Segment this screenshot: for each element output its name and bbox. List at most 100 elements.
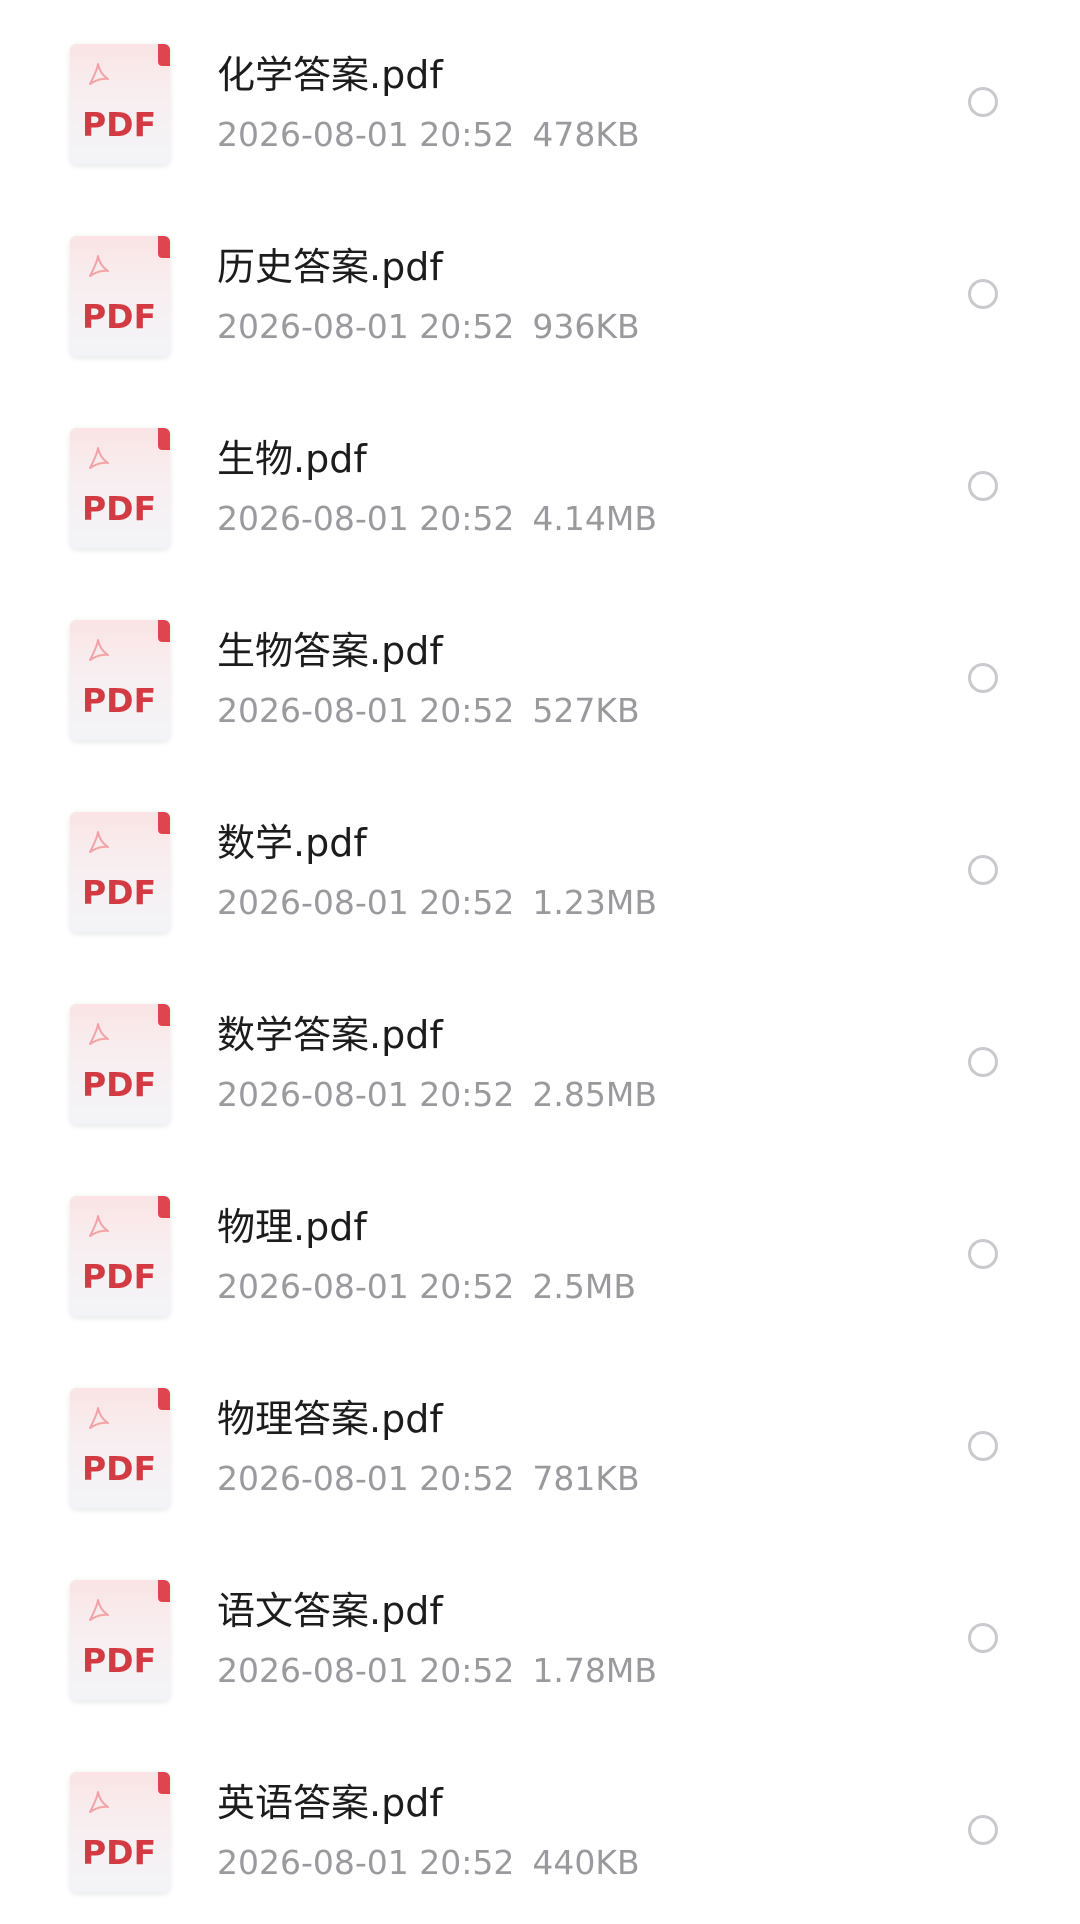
file-meta: 2026-08-01 20:52 781KB [217,1462,640,1495]
file-row-6[interactable]: PDF 数学答案.pdf 2026-08-01 20:52 2.85MB [0,964,1080,1156]
file-meta: 2026-08-01 20:52 527KB [217,694,640,727]
pdf-file-icon: PDF [70,1004,170,1124]
pdf-file-icon: PDF [70,812,170,932]
file-list: PDF 化学答案.pdf 2026-08-01 20:52 478KB PDF 历… [0,0,1080,1924]
acrobat-logo-icon [89,447,109,469]
pdf-file-icon: PDF [70,1196,170,1316]
select-radio-button[interactable] [968,855,998,885]
file-name: 生物.pdf [217,437,367,481]
file-size: 1.23MB [532,883,657,922]
file-size: 440KB [532,1843,640,1882]
select-radio-button[interactable] [968,1239,998,1269]
pdf-file-icon: PDF [70,1772,170,1892]
file-row-3[interactable]: PDF 生物.pdf 2026-08-01 20:52 4.14MB [0,388,1080,580]
pdf-type-label: PDF [82,105,157,144]
acrobat-logo-icon [89,1215,109,1237]
file-date: 2026-08-01 20:52 [217,115,515,154]
acrobat-logo-icon [89,1599,109,1621]
select-radio-button[interactable] [968,663,998,693]
file-date: 2026-08-01 20:52 [217,1267,515,1306]
acrobat-logo-icon [89,639,109,661]
file-size: 2.5MB [532,1267,636,1306]
file-row-4[interactable]: PDF 生物答案.pdf 2026-08-01 20:52 527KB [0,580,1080,772]
file-name: 数学答案.pdf [217,1013,443,1057]
file-date: 2026-08-01 20:52 [217,691,515,730]
pdf-corner-tab [158,428,170,450]
select-radio-button[interactable] [968,1623,998,1653]
select-radio-button[interactable] [968,1431,998,1461]
file-row-9[interactable]: PDF 语文答案.pdf 2026-08-01 20:52 1.78MB [0,1540,1080,1732]
file-meta: 2026-08-01 20:52 1.23MB [217,886,657,919]
file-name: 化学答案.pdf [217,53,443,97]
file-size: 1.78MB [532,1651,657,1690]
pdf-type-label: PDF [82,1833,157,1872]
acrobat-logo-icon [89,1407,109,1429]
acrobat-logo-icon [89,63,109,85]
pdf-corner-tab [158,236,170,258]
select-radio-button[interactable] [968,1047,998,1077]
pdf-type-label: PDF [82,297,157,336]
pdf-file-icon: PDF [70,620,170,740]
select-radio-button[interactable] [968,471,998,501]
pdf-file-icon: PDF [70,44,170,164]
select-radio-button[interactable] [968,1815,998,1845]
file-meta: 2026-08-01 20:52 936KB [217,310,640,343]
pdf-file-icon: PDF [70,1580,170,1700]
pdf-type-label: PDF [82,489,157,528]
file-row-1[interactable]: PDF 化学答案.pdf 2026-08-01 20:52 478KB [0,4,1080,196]
file-meta: 2026-08-01 20:52 2.5MB [217,1270,636,1303]
file-date: 2026-08-01 20:52 [217,1843,515,1882]
pdf-file-icon: PDF [70,1388,170,1508]
file-size: 936KB [532,307,640,346]
pdf-type-label: PDF [82,873,157,912]
file-name: 物理答案.pdf [217,1397,443,1441]
file-name: 英语答案.pdf [217,1781,443,1825]
select-radio-button[interactable] [968,279,998,309]
file-meta: 2026-08-01 20:52 440KB [217,1846,640,1879]
file-name: 物理.pdf [217,1205,367,1249]
pdf-corner-tab [158,1388,170,1410]
file-row-7[interactable]: PDF 物理.pdf 2026-08-01 20:52 2.5MB [0,1156,1080,1348]
select-radio-button[interactable] [968,87,998,117]
file-date: 2026-08-01 20:52 [217,1075,515,1114]
file-size: 781KB [532,1459,640,1498]
file-date: 2026-08-01 20:52 [217,307,515,346]
pdf-corner-tab [158,44,170,66]
pdf-type-label: PDF [82,1257,157,1296]
pdf-corner-tab [158,1772,170,1794]
pdf-file-icon: PDF [70,428,170,548]
file-row-5[interactable]: PDF 数学.pdf 2026-08-01 20:52 1.23MB [0,772,1080,964]
pdf-type-label: PDF [82,1065,157,1104]
file-date: 2026-08-01 20:52 [217,499,515,538]
file-row-2[interactable]: PDF 历史答案.pdf 2026-08-01 20:52 936KB [0,196,1080,388]
pdf-type-label: PDF [82,681,157,720]
file-meta: 2026-08-01 20:52 2.85MB [217,1078,657,1111]
file-meta: 2026-08-01 20:52 4.14MB [217,502,657,535]
file-meta: 2026-08-01 20:52 1.78MB [217,1654,657,1687]
pdf-corner-tab [158,1580,170,1602]
file-size: 478KB [532,115,640,154]
pdf-type-label: PDF [82,1449,157,1488]
file-name: 生物答案.pdf [217,629,443,673]
pdf-file-icon: PDF [70,236,170,356]
file-name: 数学.pdf [217,821,367,865]
file-name: 语文答案.pdf [217,1589,443,1633]
file-date: 2026-08-01 20:52 [217,1459,515,1498]
pdf-corner-tab [158,1004,170,1026]
pdf-corner-tab [158,1196,170,1218]
acrobat-logo-icon [89,1023,109,1045]
file-date: 2026-08-01 20:52 [217,1651,515,1690]
pdf-corner-tab [158,812,170,834]
file-date: 2026-08-01 20:52 [217,883,515,922]
acrobat-logo-icon [89,1791,109,1813]
file-meta: 2026-08-01 20:52 478KB [217,118,640,151]
file-size: 4.14MB [532,499,657,538]
file-name: 历史答案.pdf [217,245,443,289]
file-size: 527KB [532,691,640,730]
acrobat-logo-icon [89,831,109,853]
acrobat-logo-icon [89,255,109,277]
file-row-8[interactable]: PDF 物理答案.pdf 2026-08-01 20:52 781KB [0,1348,1080,1540]
file-size: 2.85MB [532,1075,657,1114]
file-row-10[interactable]: PDF 英语答案.pdf 2026-08-01 20:52 440KB [0,1732,1080,1924]
pdf-corner-tab [158,620,170,642]
